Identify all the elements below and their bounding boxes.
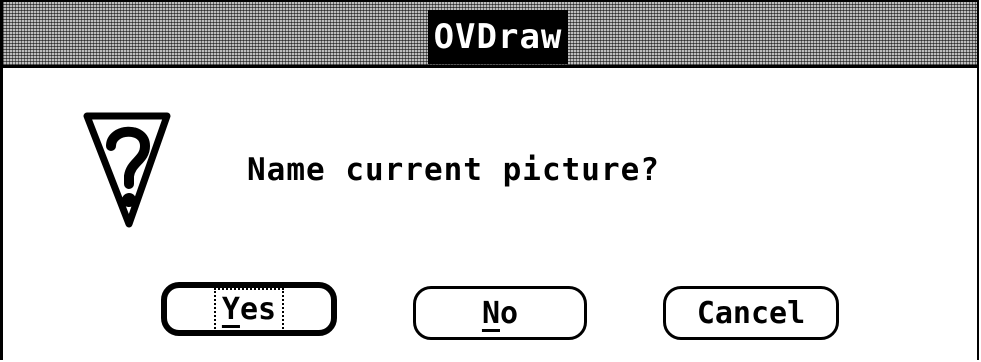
no-button-label: No — [478, 296, 522, 332]
yes-button-label: Yes — [213, 287, 285, 332]
title-bar[interactable]: OVDraw — [3, 2, 977, 68]
no-mnemonic: N — [481, 295, 500, 331]
question-mark-warning-icon — [83, 112, 171, 228]
yes-button[interactable]: Yes — [161, 282, 337, 336]
dialog-window: OVDraw Name current picture? Yes No Canc… — [0, 0, 979, 360]
cancel-button[interactable]: Cancel — [663, 286, 839, 340]
yes-label-rest: es — [239, 291, 277, 327]
cancel-button-label: Cancel — [696, 295, 806, 331]
no-button[interactable]: No — [413, 286, 587, 340]
no-label-rest: o — [500, 295, 519, 331]
yes-mnemonic: Y — [221, 291, 240, 327]
dialog-message: Name current picture? — [247, 152, 660, 188]
window-title: OVDraw — [428, 10, 568, 64]
